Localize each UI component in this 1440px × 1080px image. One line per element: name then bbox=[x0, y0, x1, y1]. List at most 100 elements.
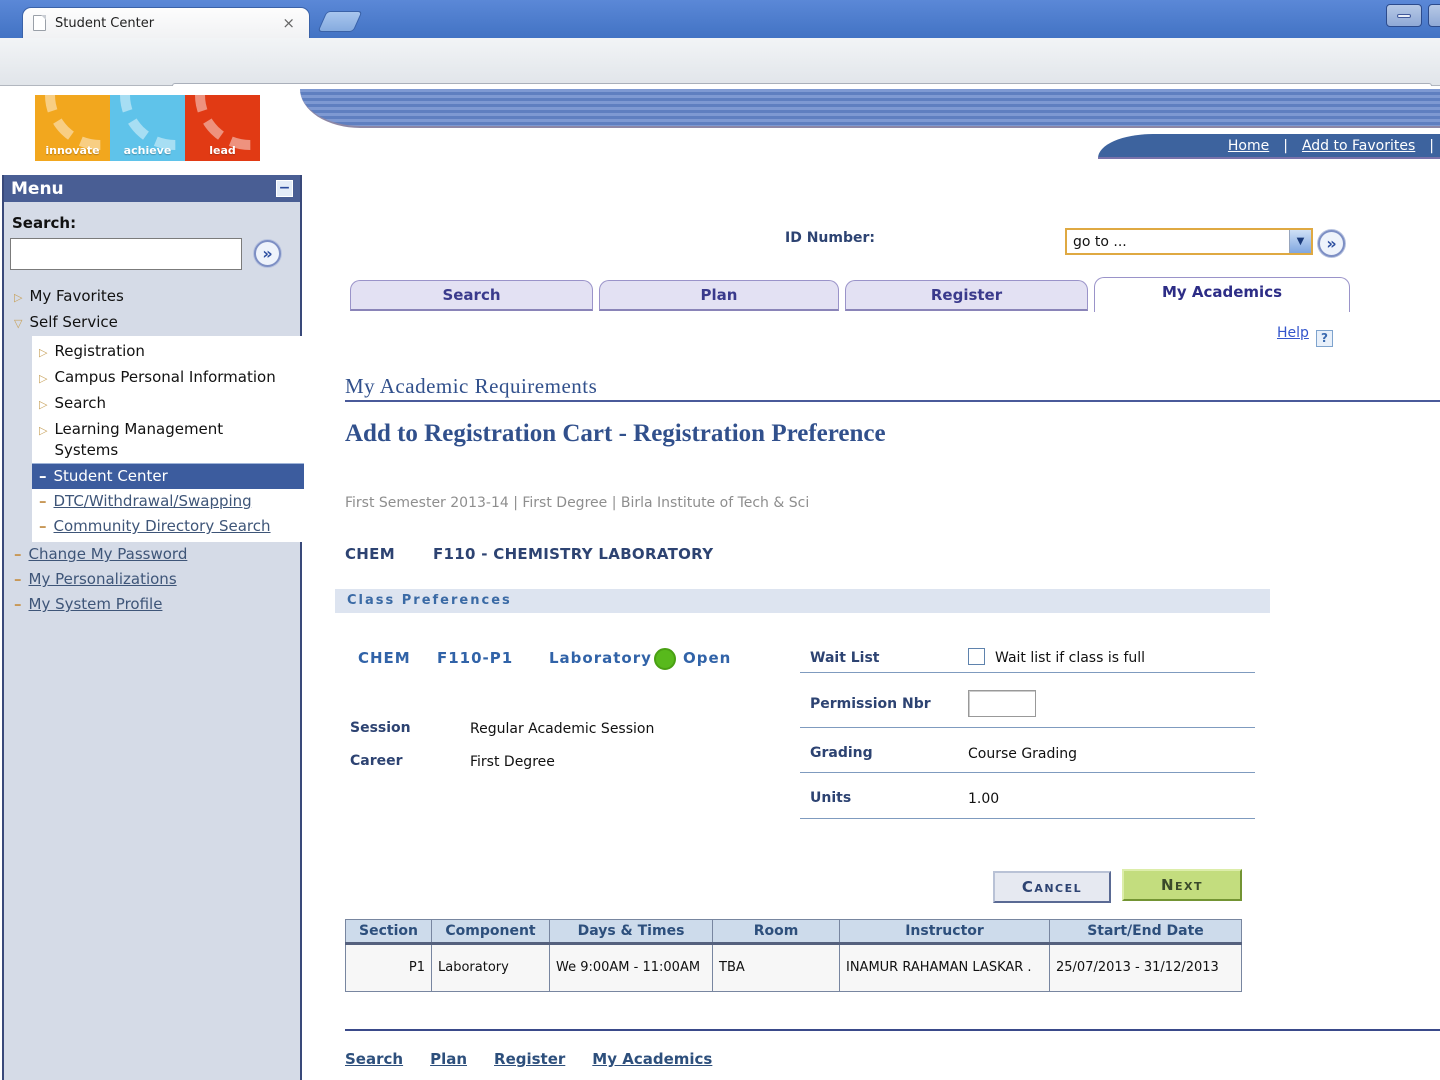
dash-icon: – bbox=[14, 570, 22, 588]
sidebar-item-link[interactable]: My System Profile bbox=[29, 595, 163, 613]
collapsed-triangle-icon: ▷ bbox=[39, 424, 48, 437]
page: Home | Add to Favorites | innovate achie… bbox=[0, 86, 1440, 1080]
open-status-icon bbox=[654, 648, 676, 670]
sidebar-item-registration[interactable]: ▷ Registration bbox=[32, 339, 304, 365]
col-header-start-end-date: Start/End Date bbox=[1049, 919, 1242, 945]
menu-search-label: Search: bbox=[12, 214, 77, 232]
chevron-down-icon[interactable]: ▼ bbox=[1289, 230, 1311, 253]
collapsed-triangle-icon: ▷ bbox=[39, 346, 48, 359]
sidebar-item-self-service[interactable]: ▽ Self Service bbox=[10, 310, 300, 336]
career-value: First Degree bbox=[470, 754, 555, 770]
collapsed-triangle-icon: ▷ bbox=[39, 372, 48, 385]
menu-collapse-icon[interactable]: − bbox=[276, 180, 293, 197]
minimize-icon bbox=[1397, 13, 1411, 18]
collapsed-triangle-icon: ▷ bbox=[14, 291, 23, 304]
footer-link-plan[interactable]: Plan bbox=[430, 1050, 467, 1068]
goto-dropdown[interactable]: go to ... ▼ bbox=[1065, 228, 1313, 255]
footer-link-register[interactable]: Register bbox=[494, 1050, 565, 1068]
menu-search-go-button[interactable]: » bbox=[254, 240, 281, 267]
id-number-label: ID Number: bbox=[785, 230, 875, 246]
dash-icon: – bbox=[14, 595, 22, 613]
sidebar-item-my-favorites[interactable]: ▷ My Favorites bbox=[10, 284, 300, 310]
tab-title: Student Center bbox=[55, 15, 155, 31]
permission-nbr-input[interactable] bbox=[968, 690, 1036, 717]
sidebar-item-learning-management-systems[interactable]: ▷ Learning Management Systems bbox=[32, 417, 304, 463]
class-preferences-header: Class Preferences bbox=[335, 589, 1270, 613]
menu-title: Menu bbox=[11, 178, 64, 199]
sidebar-item-my-system-profile[interactable]: – My System Profile bbox=[10, 592, 300, 617]
new-tab-button[interactable] bbox=[317, 11, 363, 32]
logo-label: achieve bbox=[123, 144, 172, 157]
sidebar-item-community-directory-search[interactable]: – Community Directory Search bbox=[32, 514, 304, 539]
page-title: My Academic Requirements bbox=[345, 374, 598, 398]
divider bbox=[800, 727, 1255, 728]
tab-plan[interactable]: Plan bbox=[599, 280, 839, 311]
dash-icon: – bbox=[39, 492, 47, 510]
units-value: 1.00 bbox=[968, 791, 1000, 807]
sidebar-item-label: Registration bbox=[54, 342, 145, 360]
table-row: P1 Laboratory We 9:00AM - 11:00AM TBA IN… bbox=[345, 943, 1242, 992]
menu-tree: ▷ My Favorites ▽ Self Service ▷ Registratio… bbox=[10, 284, 304, 617]
menu-search-input[interactable] bbox=[10, 238, 242, 270]
tab-search[interactable]: Search bbox=[350, 280, 593, 311]
schedule-header-row: Section Component Days & Times Room Inst… bbox=[345, 919, 1242, 945]
screen: Student Center × ← → ↻ ⌂ 10.1.85.38:8100… bbox=[0, 0, 1440, 1080]
class-status: Open bbox=[683, 649, 732, 667]
dash-icon: – bbox=[39, 467, 47, 485]
col-header-days-times: Days & Times bbox=[549, 919, 713, 945]
goto-go-button[interactable]: » bbox=[1318, 230, 1345, 257]
waitlist-checkbox[interactable] bbox=[968, 648, 985, 665]
sidebar-item-link[interactable]: Community Directory Search bbox=[54, 517, 271, 535]
class-summary-row: CHEM F110-P1 Laboratory bbox=[358, 649, 678, 671]
sidebar-item-label: Learning Management Systems bbox=[54, 420, 224, 459]
add-to-favorites-link[interactable]: Add to Favorites bbox=[1302, 138, 1415, 154]
maximize-button[interactable] bbox=[1428, 4, 1440, 27]
cell-component: Laboratory bbox=[431, 943, 550, 992]
footer-link-search[interactable]: Search bbox=[345, 1050, 403, 1068]
divider bbox=[800, 672, 1255, 673]
portal-header-links: Home | Add to Favorites | bbox=[1098, 134, 1440, 159]
logo-label: lead bbox=[209, 144, 236, 157]
sidebar-item-link[interactable]: DTC/Withdrawal/Swapping bbox=[54, 492, 252, 510]
institution-logo: innovate achieve lead bbox=[35, 95, 260, 161]
col-header-instructor: Instructor bbox=[839, 919, 1050, 945]
expanded-triangle-icon: ▽ bbox=[14, 317, 23, 330]
sidebar-item-change-my-password[interactable]: – Change My Password bbox=[10, 542, 300, 567]
sidebar-item-link[interactable]: Change My Password bbox=[29, 545, 188, 563]
tab-close-icon[interactable]: × bbox=[278, 14, 299, 32]
sidebar-item-label: My Favorites bbox=[29, 287, 124, 305]
minimize-button[interactable] bbox=[1386, 4, 1422, 27]
tab-register[interactable]: Register bbox=[845, 280, 1088, 311]
session-value: Regular Academic Session bbox=[470, 721, 655, 737]
sidebar-item-dtc-withdrawal-swapping[interactable]: – DTC/Withdrawal/Swapping bbox=[32, 489, 304, 514]
link-separator: | bbox=[1429, 137, 1434, 154]
sidebar-item-label: Search bbox=[54, 394, 107, 412]
logo-block-achieve: achieve bbox=[110, 95, 185, 161]
logo-block-innovate: innovate bbox=[35, 95, 110, 161]
cancel-button[interactable]: Cancel bbox=[993, 871, 1111, 903]
sidebar-item-link[interactable]: My Personalizations bbox=[29, 570, 177, 588]
session-label: Session bbox=[350, 720, 411, 736]
tab-my-academics[interactable]: My Academics bbox=[1094, 277, 1350, 312]
sidebar-item-campus-personal-information[interactable]: ▷ Campus Personal Information bbox=[32, 365, 304, 391]
schedule-table: Section Component Days & Times Room Inst… bbox=[345, 919, 1242, 992]
sidebar-item-search[interactable]: ▷ Search bbox=[32, 391, 304, 417]
browser-titlebar: Student Center × bbox=[0, 0, 1440, 38]
next-button[interactable]: Next bbox=[1122, 869, 1242, 901]
logo-label: innovate bbox=[45, 144, 100, 157]
help-link[interactable]: Help bbox=[1277, 325, 1309, 341]
help-icon[interactable]: ? bbox=[1316, 330, 1333, 347]
sidebar-item-my-personalizations[interactable]: – My Personalizations bbox=[10, 567, 300, 592]
browser-tab[interactable]: Student Center × bbox=[22, 7, 310, 38]
home-link[interactable]: Home bbox=[1228, 138, 1269, 154]
footer-link-my-academics[interactable]: My Academics bbox=[592, 1050, 712, 1068]
dash-icon: – bbox=[39, 517, 47, 535]
cell-dates: 25/07/2013 - 31/12/2013 bbox=[1049, 943, 1242, 992]
sidebar-item-student-center[interactable]: – Student Center bbox=[32, 463, 304, 489]
course-heading: CHEM F110 - CHEMISTRY LABORATORY bbox=[345, 545, 713, 563]
self-service-submenu: ▷ Registration ▷ Campus Personal Informati… bbox=[32, 336, 304, 542]
sidebar-item-label: Self Service bbox=[29, 313, 118, 331]
class-subject: CHEM bbox=[358, 649, 411, 667]
logo-block-lead: lead bbox=[185, 95, 260, 161]
page-favicon-icon bbox=[33, 15, 46, 31]
